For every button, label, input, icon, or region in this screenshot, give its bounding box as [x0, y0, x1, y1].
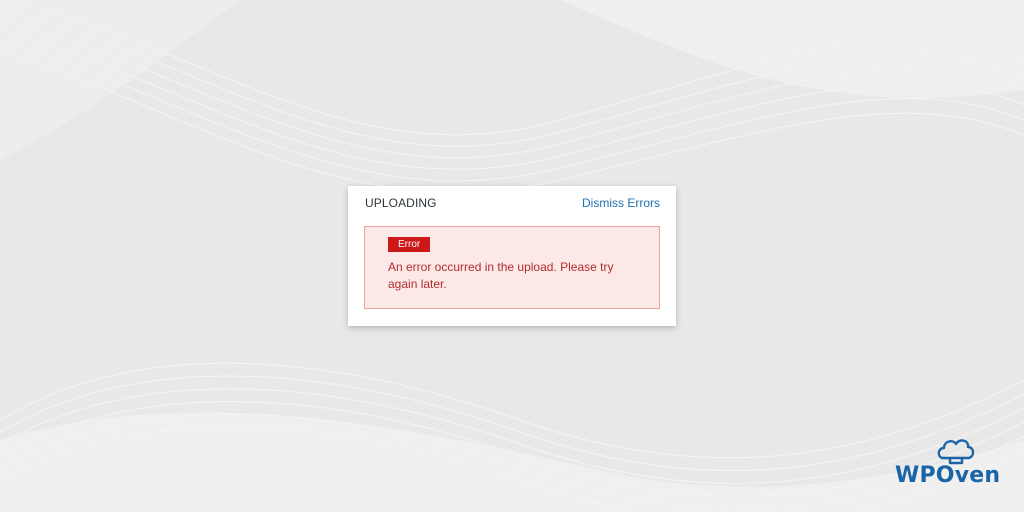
error-badge: Error [388, 237, 431, 252]
upload-dialog: UPLOADING Dismiss Errors Error An error … [348, 186, 676, 326]
error-notice: Error An error occurred in the upload. P… [364, 226, 660, 309]
dialog-title: UPLOADING [365, 196, 437, 210]
brand-logo: WPOven [893, 436, 1003, 496]
brand-name: WPOven [895, 463, 1001, 488]
dismiss-errors-link[interactable]: Dismiss Errors [582, 196, 660, 210]
error-message: An error occurred in the upload. Please … [388, 260, 614, 291]
chef-hat-icon [937, 439, 975, 465]
